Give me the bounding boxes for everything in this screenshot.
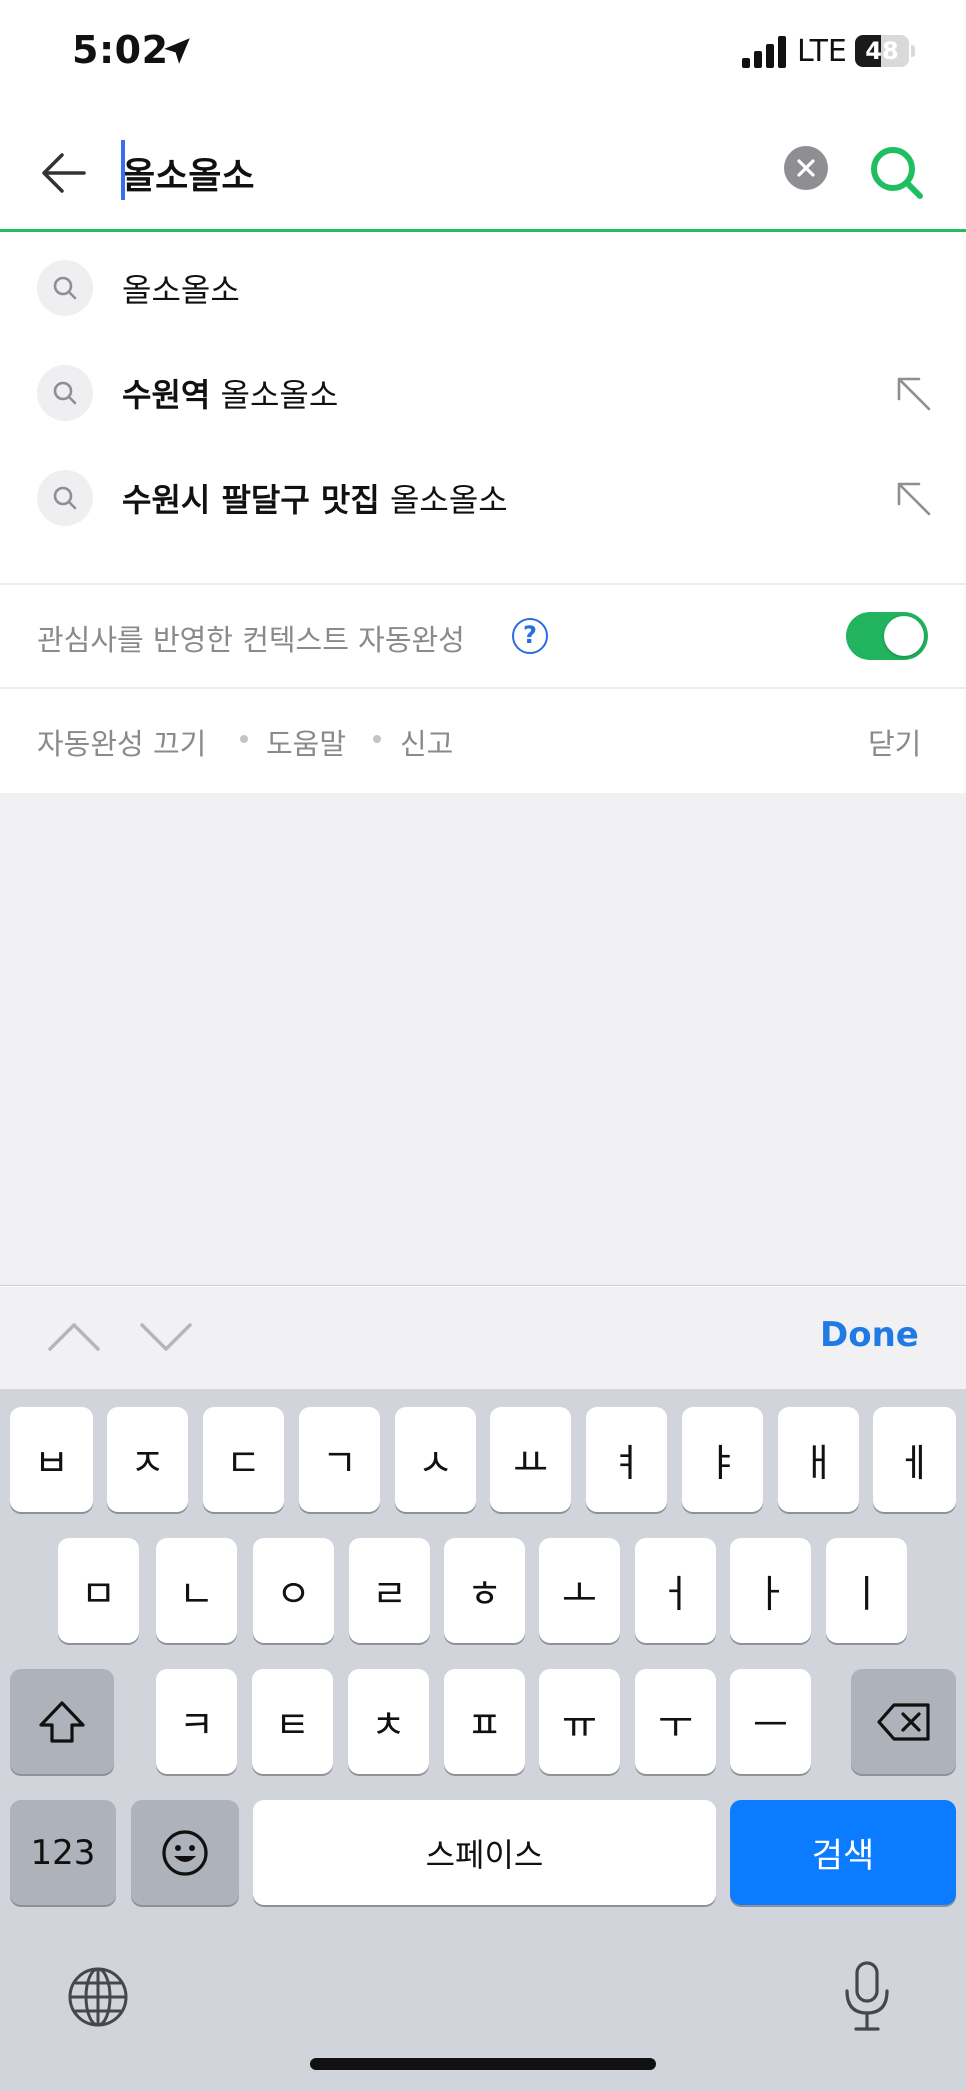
search-icon	[37, 469, 93, 526]
context-autocomplete-row: 관심사를 반영한 컨텍스트 자동완성	[0, 583, 966, 689]
toggle-knob	[884, 616, 924, 656]
key[interactable]: ㅓ	[635, 1538, 716, 1643]
shift-key[interactable]	[10, 1669, 114, 1774]
key[interactable]: ㅅ	[395, 1407, 476, 1512]
key[interactable]: ㅑ	[682, 1407, 763, 1512]
key[interactable]: ㅐ	[778, 1407, 859, 1512]
network-type: LTE	[797, 34, 847, 69]
battery-level: 48	[865, 37, 899, 65]
separator-dot	[240, 735, 248, 743]
key[interactable]: ㅇ	[253, 1538, 334, 1643]
suggestion-item[interactable]: 수원시 팔달구 맛집 올소올소	[0, 445, 966, 550]
suggestion-text: 수원역 올소올소	[122, 375, 339, 414]
key[interactable]: ㅊ	[348, 1669, 429, 1774]
insert-suggestion-arrow-icon[interactable]	[893, 478, 933, 518]
space-key[interactable]: 스페이스	[253, 1800, 716, 1905]
key[interactable]: ㅠ	[539, 1669, 620, 1774]
key[interactable]: ㅁ	[58, 1538, 139, 1643]
autocomplete-footer: 자동완성 끄기 도움말 신고 닫기	[0, 689, 966, 793]
suggestion-text: 올소올소	[122, 270, 240, 309]
delete-key[interactable]	[851, 1669, 956, 1774]
chevron-up-icon[interactable]	[44, 1317, 104, 1357]
backspace-icon	[876, 1702, 930, 1741]
battery-icon: 48	[855, 35, 915, 67]
keyboard: ㅂ ㅈ ㄷ ㄱ ㅅ ㅛ ㅕ ㅑ ㅐ ㅔ ㅁ ㄴ ㅇ ㄹ ㅎ ㅗ ㅓ ㅏ ㅣ ㅋ …	[0, 1389, 966, 2091]
chevron-down-icon[interactable]	[136, 1317, 196, 1357]
key[interactable]: ㅂ	[10, 1407, 93, 1512]
search-submit-button[interactable]	[862, 138, 932, 208]
clear-x-icon	[797, 159, 815, 177]
suggestion-text: 수원시 팔달구 맛집 올소올소	[122, 480, 508, 519]
key[interactable]: ㅔ	[873, 1407, 956, 1512]
key[interactable]: ㅎ	[444, 1538, 525, 1643]
empty-content-area	[0, 793, 966, 1286]
globe-icon[interactable]	[66, 1965, 130, 2029]
text-caret	[121, 140, 125, 200]
cellular-signal-icon	[742, 36, 786, 68]
key[interactable]: ㅣ	[826, 1538, 907, 1643]
suggestion-item[interactable]: 수원역 올소올소	[0, 340, 966, 445]
key[interactable]: ㅌ	[252, 1669, 333, 1774]
help-link[interactable]: 도움말	[266, 721, 346, 763]
microphone-icon[interactable]	[840, 1959, 894, 2033]
key[interactable]: ㄷ	[203, 1407, 284, 1512]
key[interactable]: ㅈ	[107, 1407, 188, 1512]
key[interactable]: ㅍ	[444, 1669, 525, 1774]
done-button[interactable]: Done	[820, 1315, 919, 1355]
key[interactable]: ㄴ	[156, 1538, 237, 1643]
report-link[interactable]: 신고	[400, 721, 453, 763]
key[interactable]: ㅛ	[490, 1407, 571, 1512]
key[interactable]: ㄹ	[349, 1538, 430, 1643]
keyboard-accessory-bar: Done	[0, 1287, 966, 1389]
key[interactable]: ㅕ	[586, 1407, 667, 1512]
suggestion-list: 올소올소 수원역 올소올소 수원시 팔달구 맛집 올소올소	[0, 235, 966, 583]
emoji-smiley-icon	[162, 1829, 208, 1876]
search-icon	[37, 259, 93, 316]
key[interactable]: ㅡ	[730, 1669, 811, 1774]
shift-arrow-icon	[39, 1700, 85, 1743]
context-autocomplete-label: 관심사를 반영한 컨텍스트 자동완성	[37, 623, 465, 657]
search-input[interactable]	[118, 140, 758, 206]
numbers-key[interactable]: 123	[10, 1800, 116, 1905]
context-autocomplete-toggle[interactable]	[846, 612, 928, 660]
close-link[interactable]: 닫기	[868, 721, 921, 763]
key[interactable]: ㅋ	[156, 1669, 237, 1774]
key[interactable]: ㅏ	[730, 1538, 811, 1643]
help-question-icon[interactable]: ?	[512, 618, 548, 654]
search-icon	[37, 364, 93, 421]
autocomplete-off-link[interactable]: 자동완성 끄기	[37, 721, 206, 763]
search-icon	[871, 147, 923, 199]
search-key[interactable]: 검색	[730, 1800, 956, 1905]
key[interactable]: ㅗ	[539, 1538, 620, 1643]
insert-suggestion-arrow-icon[interactable]	[893, 373, 933, 413]
separator-dot	[373, 735, 381, 743]
home-indicator[interactable]	[310, 2058, 656, 2070]
back-arrow-icon	[42, 153, 86, 193]
suggestion-item[interactable]: 올소올소	[0, 235, 966, 340]
search-header	[0, 110, 966, 232]
key[interactable]: ㄱ	[299, 1407, 380, 1512]
status-time: 5:02	[72, 28, 169, 72]
key[interactable]: ㅜ	[635, 1669, 716, 1774]
status-bar: 5:02 LTE 48	[0, 0, 966, 110]
emoji-key[interactable]	[131, 1800, 239, 1905]
clear-search-button[interactable]	[784, 146, 828, 190]
back-button[interactable]	[30, 140, 96, 206]
location-arrow-icon	[164, 38, 190, 64]
